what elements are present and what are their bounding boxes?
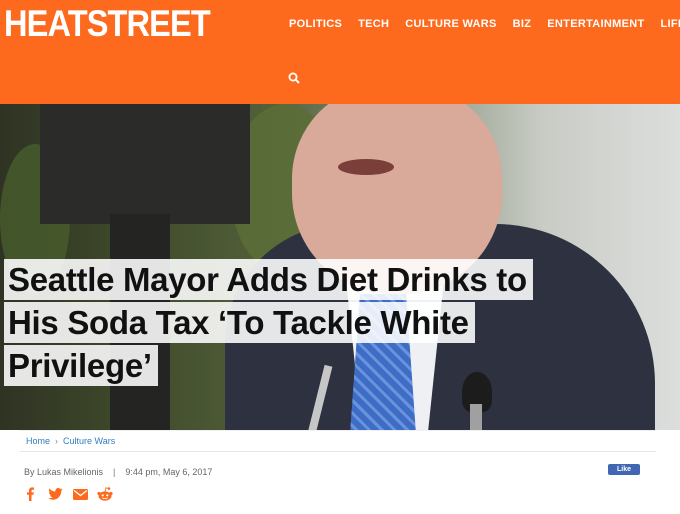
search-icon[interactable] [288,71,302,85]
breadcrumb-culture-wars[interactable]: Culture Wars [63,436,115,446]
nav-item-culture-wars[interactable]: CULTURE WARS [405,17,496,31]
pillar-shape [40,104,250,224]
breadcrumb: Home › Culture Wars [20,430,656,452]
email-icon[interactable] [72,486,88,502]
nav-item-politics[interactable]: POLITICS [289,17,342,31]
facebook-like-button[interactable]: Like [608,464,640,475]
mouth-shape [338,159,394,175]
hero-image: Seattle Mayor Adds Diet Drinks to His So… [0,104,680,430]
chevron-right-icon: › [55,436,59,446]
headline-line: Seattle Mayor Adds Diet Drinks to [4,259,533,300]
microphone-stand-shape [470,404,482,430]
article-byline: By Lukas Mikelionis | 9:44 pm, May 6, 20… [24,467,212,477]
site-logo[interactable]: HEATSTREET [4,4,211,44]
twitter-icon[interactable] [47,486,63,502]
author-name[interactable]: By Lukas Mikelionis [24,467,103,477]
site-header: HEATSTREET POLITICS TECH CULTURE WARS BI… [0,0,680,104]
reddit-icon[interactable] [97,486,113,502]
headline-line: His Soda Tax ‘To Tackle White [4,302,475,343]
publish-timestamp: 9:44 pm, May 6, 2017 [125,467,213,477]
headline-line: Privilege’ [4,345,158,386]
nav-item-biz[interactable]: BIZ [513,17,532,31]
nav-item-tech[interactable]: TECH [358,17,389,31]
breadcrumb-home[interactable]: Home [26,436,50,446]
nav-item-life[interactable]: LIFE [661,17,680,31]
nav-item-entertainment[interactable]: ENTERTAINMENT [547,17,644,31]
article-headline: Seattle Mayor Adds Diet Drinks to His So… [4,259,644,388]
share-bar [22,486,122,502]
byline-separator: | [113,467,116,477]
like-label: Like [616,466,631,473]
main-nav: POLITICS TECH CULTURE WARS BIZ ENTERTAIN… [289,17,680,31]
facebook-icon[interactable] [22,486,38,502]
